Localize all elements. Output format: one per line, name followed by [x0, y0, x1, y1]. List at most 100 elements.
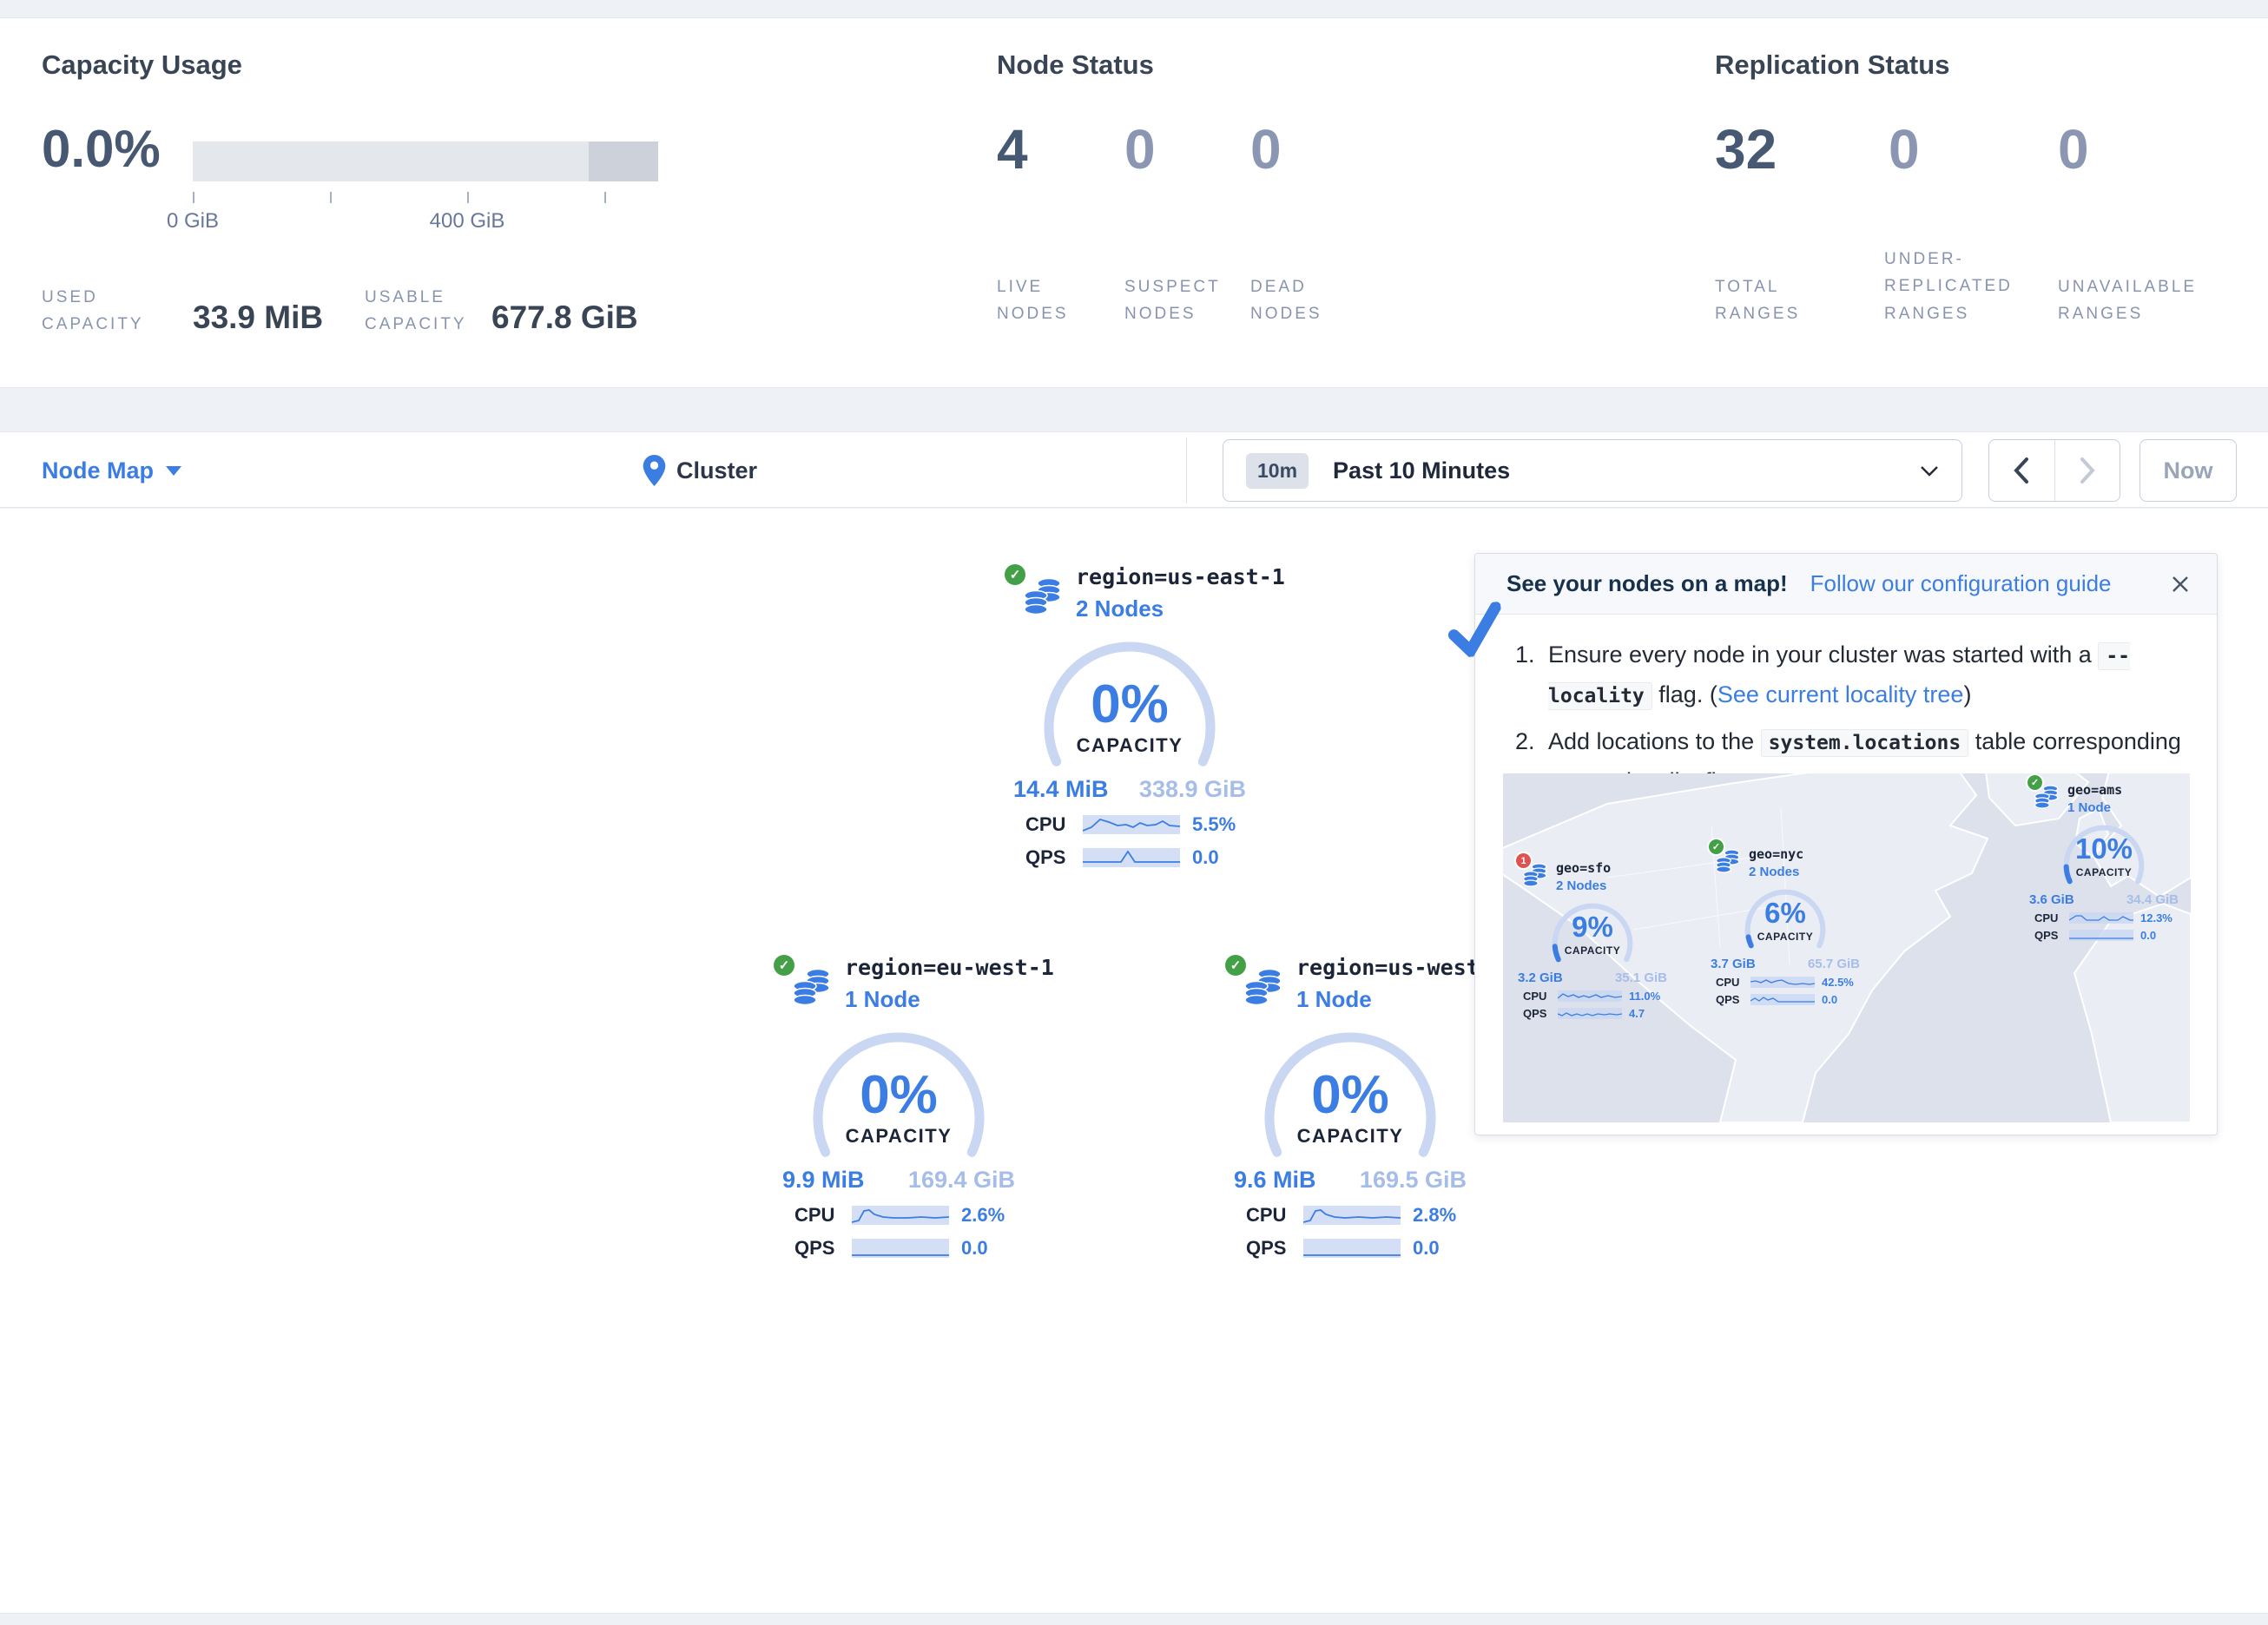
axis-tick	[330, 192, 332, 203]
cpu-label: CPU	[1025, 813, 1074, 836]
region-nodes-link[interactable]: 2 Nodes	[1076, 595, 1260, 622]
geo-name: geo=ams	[2067, 782, 2180, 798]
capacity-gauge: 6% CAPACITY	[1709, 885, 1862, 954]
used-capacity-value: 33.9 MiB	[193, 299, 323, 336]
region-name: region=eu-west-1	[845, 955, 1029, 980]
cpu-metric-row: CPU 2.8%	[1220, 1204, 1480, 1227]
healthy-check-icon: ✓	[1005, 564, 1025, 585]
replication-status-title: Replication Status	[1715, 49, 2253, 81]
capacity-percent: 6%	[1709, 897, 1862, 930]
geo-name: geo=sfo	[1556, 860, 1669, 876]
qps-value: 0.0	[1413, 1237, 1440, 1260]
total-ranges-value: 32	[1715, 117, 1777, 181]
qps-sparkline	[2069, 930, 2133, 941]
capacity-gauge: 0% CAPACITY	[999, 641, 1260, 773]
unavailable-ranges-value: 0	[2058, 117, 2089, 181]
node-status-title: Node Status	[997, 49, 1622, 81]
qps-value: 0.0	[1822, 993, 1837, 1006]
capacity-percent: 10%	[2027, 832, 2180, 865]
now-button[interactable]: Now	[2139, 439, 2237, 502]
cpu-value: 12.3%	[2140, 911, 2172, 924]
capacity-bar-reserved-segment	[589, 141, 658, 181]
cluster-summary-panel: Capacity Usage 0.0% 0 GiB 400 GiB USED C…	[0, 17, 2268, 388]
capacity-values: 9.6 MiB 169.5 GiB	[1220, 1167, 1480, 1194]
cpu-label: CPU	[1246, 1204, 1295, 1227]
qps-metric-row: QPS 0.0	[768, 1237, 1029, 1260]
footer-strip	[0, 1613, 2268, 1625]
geo-nyc[interactable]: ✓ geo=nyc 2 Nodes 6% CAPACITY	[1709, 846, 1862, 1006]
replication-status-section: Replication Status 32 0 0 TOTAL RANGES U…	[1715, 49, 2253, 81]
used-value: 9.6 MiB	[1234, 1167, 1316, 1194]
region-eu-west-1[interactable]: ✓ region=eu-west-1 1 Node 0% CAPACITY 9.…	[768, 955, 1029, 1260]
chevron-down-icon	[1920, 465, 1939, 477]
region-header: ✓ region=us-east-1 2 Nodes	[999, 564, 1260, 635]
cpu-metric-row: CPU 2.6%	[768, 1204, 1029, 1227]
database-nodes-icon	[1024, 576, 1062, 616]
capacity-percent: 0%	[1220, 1064, 1480, 1126]
qps-metric-row: QPS 0.0	[999, 846, 1260, 869]
breadcrumb[interactable]: Cluster	[643, 432, 757, 509]
total-value: 169.5 GiB	[1360, 1167, 1467, 1194]
locality-tree-link[interactable]: See current locality tree	[1717, 681, 1964, 707]
region-us-west-1[interactable]: ✓ region=us-west-1 1 Node 0% CAPACITY 9.…	[1220, 955, 1480, 1260]
database-nodes-icon	[2034, 784, 2059, 810]
qps-label: QPS	[794, 1237, 843, 1260]
unavailable-ranges-label: UNAVAILABLE RANGES	[2058, 273, 2219, 328]
region-us-east-1[interactable]: ✓ region=us-east-1 2 Nodes 0% CAPACITY 1…	[999, 564, 1260, 869]
cpu-sparkline	[852, 1206, 949, 1225]
capacity-label: CAPACITY	[1516, 944, 1669, 957]
capacity-gauge: 10% CAPACITY	[2027, 820, 2180, 890]
node-status-section: Node Status 4 0 0 LIVE NODES SUSPECT NOD…	[997, 49, 1622, 81]
used-value: 3.7 GiB	[1711, 957, 1756, 971]
popup-header: See your nodes on a map! Follow our conf…	[1475, 554, 2217, 615]
geo-header: ✓ geo=ams 1 Node	[2027, 782, 2180, 817]
live-nodes-label: LIVE NODES	[997, 273, 1101, 328]
used-value: 3.6 GiB	[2029, 892, 2074, 907]
blue-check-icon	[1445, 602, 1506, 659]
healthy-check-icon: ✓	[774, 955, 794, 976]
chevron-right-icon	[2080, 457, 2095, 484]
used-value: 3.2 GiB	[1518, 970, 1563, 985]
capacity-percent: 0.0%	[42, 119, 161, 179]
configuration-guide-link[interactable]: Follow our configuration guide	[1810, 570, 2112, 597]
time-range-dropdown[interactable]: 10m Past 10 Minutes	[1223, 439, 1962, 502]
time-back-button[interactable]	[1989, 440, 2054, 501]
example-node-map: 1 geo=sfo 2 Nodes 9% CAPACITY	[1503, 773, 2191, 1122]
time-range-label: Past 10 Minutes	[1333, 457, 1510, 484]
cpu-value: 11.0%	[1629, 990, 1660, 1003]
geo-ams[interactable]: ✓ geo=ams 1 Node 10% CAPACITY	[2027, 782, 2180, 942]
breadcrumb-label: Cluster	[676, 457, 757, 484]
view-selector-dropdown[interactable]: Node Map	[42, 432, 181, 509]
capacity-gauge: 9% CAPACITY	[1516, 898, 1669, 968]
cpu-label: CPU	[1523, 990, 1554, 1003]
region-nodes-link[interactable]: 1 Node	[845, 986, 1029, 1013]
close-icon[interactable]	[2170, 574, 2191, 595]
total-ranges-label: TOTAL RANGES	[1715, 273, 1828, 328]
usable-capacity-label: USABLE CAPACITY	[365, 284, 504, 339]
qps-value: 0.0	[1192, 846, 1219, 869]
region-name: region=us-west-1	[1296, 955, 1480, 980]
step-text: Ensure every node in your cluster was st…	[1548, 635, 2182, 715]
capacity-usage-title: Capacity Usage	[42, 49, 719, 81]
region-nodes-link[interactable]: 1 Node	[1296, 986, 1480, 1013]
qps-sparkline	[1750, 994, 1815, 1005]
capacity-label: CAPACITY	[999, 734, 1260, 757]
total-value: 35.1 GiB	[1615, 970, 1667, 985]
time-forward-button[interactable]	[2054, 440, 2120, 501]
qps-sparkline	[1558, 1008, 1622, 1019]
map-pin-icon	[643, 455, 666, 486]
step-text-segment: Add locations to the	[1548, 728, 1761, 754]
qps-value: 0.0	[961, 1237, 988, 1260]
database-nodes-icon	[1523, 862, 1547, 888]
cpu-label: CPU	[2034, 911, 2066, 924]
capacity-label: CAPACITY	[2027, 866, 2180, 878]
capacity-gauge: 0% CAPACITY	[1220, 1031, 1480, 1163]
database-nodes-icon	[793, 967, 831, 1007]
cpu-sparkline	[2069, 912, 2133, 924]
geo-sfo[interactable]: 1 geo=sfo 2 Nodes 9% CAPACITY	[1516, 860, 1669, 1020]
chevron-left-icon	[2014, 457, 2029, 484]
capacity-percent: 9%	[1516, 911, 1669, 944]
capacity-values: 3.6 GiB 34.4 GiB	[2027, 892, 2180, 907]
cpu-sparkline	[1303, 1206, 1401, 1225]
region-name: region=us-east-1	[1076, 564, 1260, 589]
